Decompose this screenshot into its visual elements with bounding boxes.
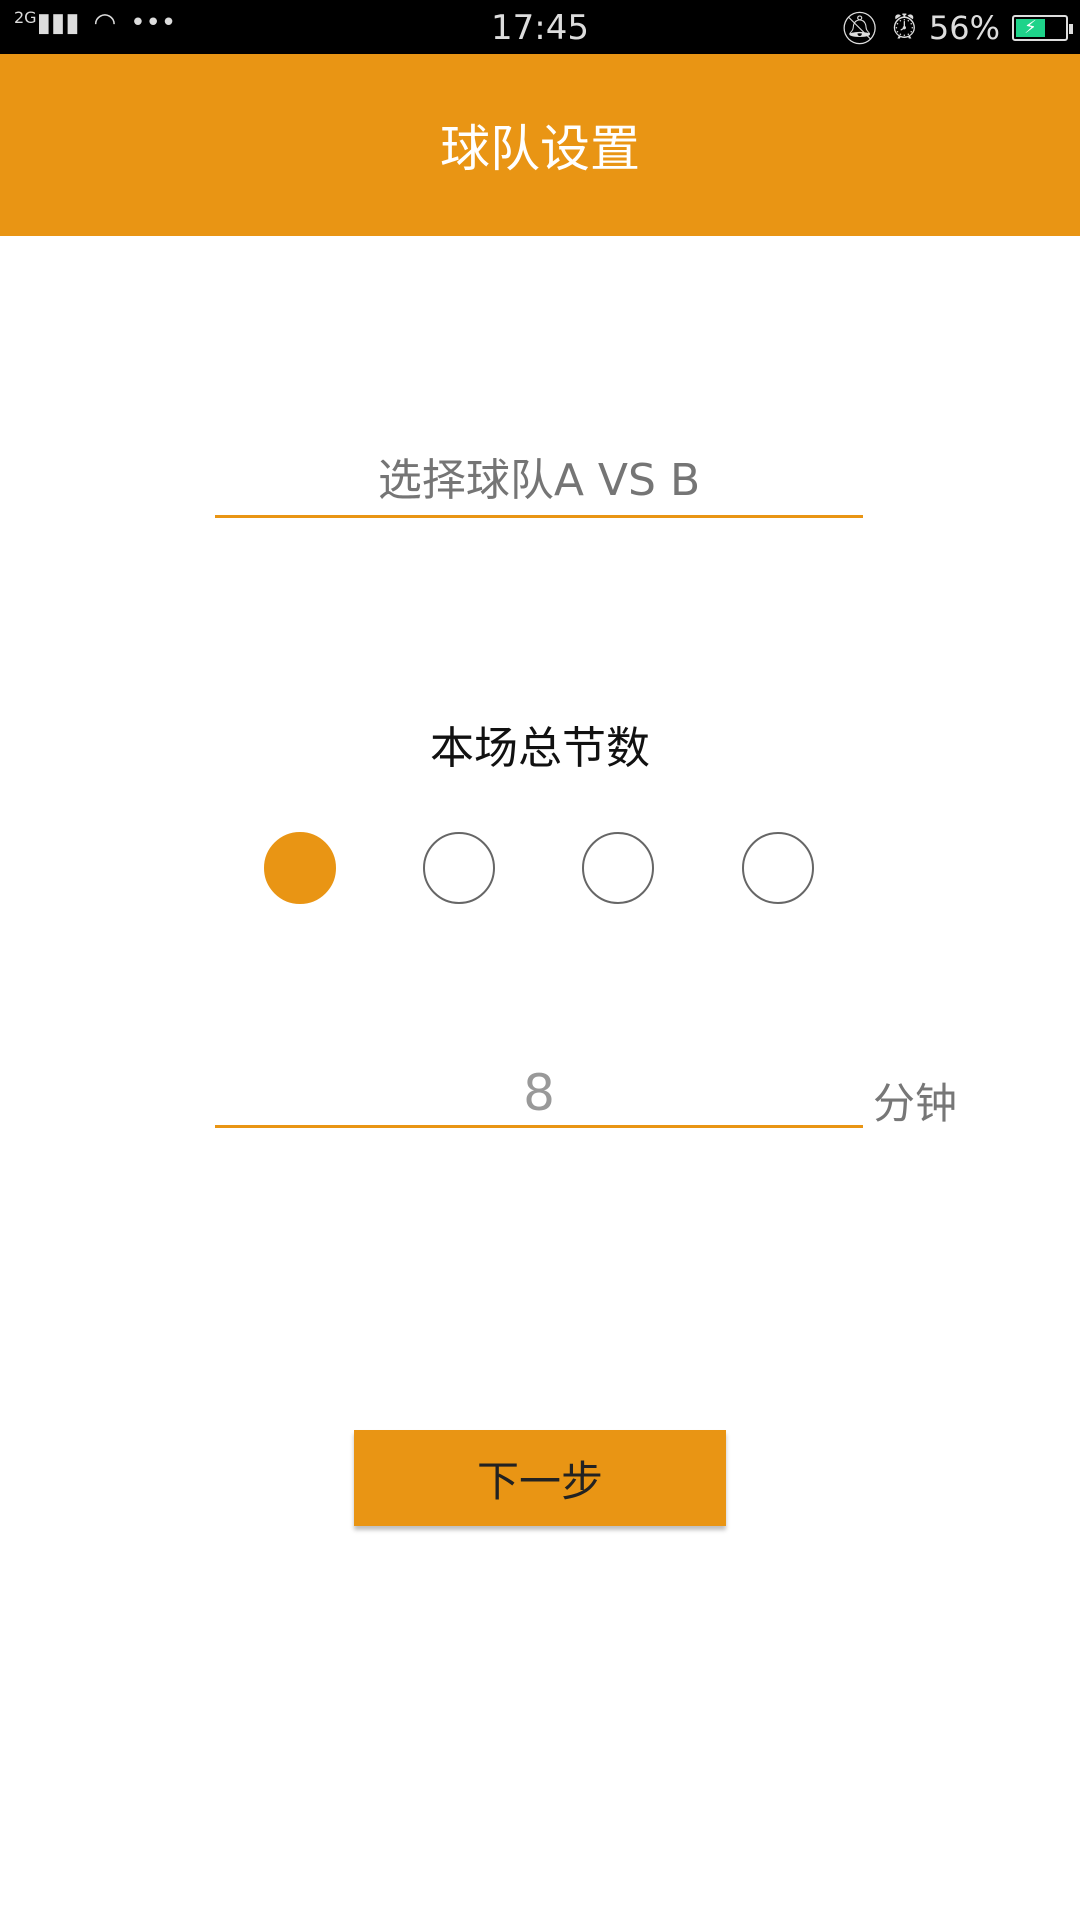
battery-charging-icon: ⚡ — [1012, 14, 1073, 41]
periods-label: 本场总节数 — [430, 723, 650, 774]
bell-off-icon: 🔕︎ — [839, 8, 880, 47]
team-select-input[interactable] — [215, 446, 863, 518]
status-bar: 2G▮▮▮ ◠ ••• 17:45 🔕︎ ⏰︎ 56% ⚡ — [0, 0, 1080, 54]
battery-percent: 56% — [928, 8, 1000, 47]
app-bar: 球队设置 — [0, 54, 1080, 236]
alarm-icon: ⏰︎ — [891, 8, 917, 46]
period-option-2[interactable] — [423, 832, 495, 904]
period-option-3[interactable] — [582, 832, 654, 904]
minutes-unit: 分钟 — [873, 1079, 958, 1128]
period-option-4[interactable] — [742, 832, 814, 904]
period-option-1[interactable] — [264, 832, 336, 904]
page-title: 球队设置 — [440, 120, 640, 178]
next-button[interactable]: 下一步 — [354, 1430, 726, 1526]
minutes-input[interactable] — [215, 1060, 863, 1128]
